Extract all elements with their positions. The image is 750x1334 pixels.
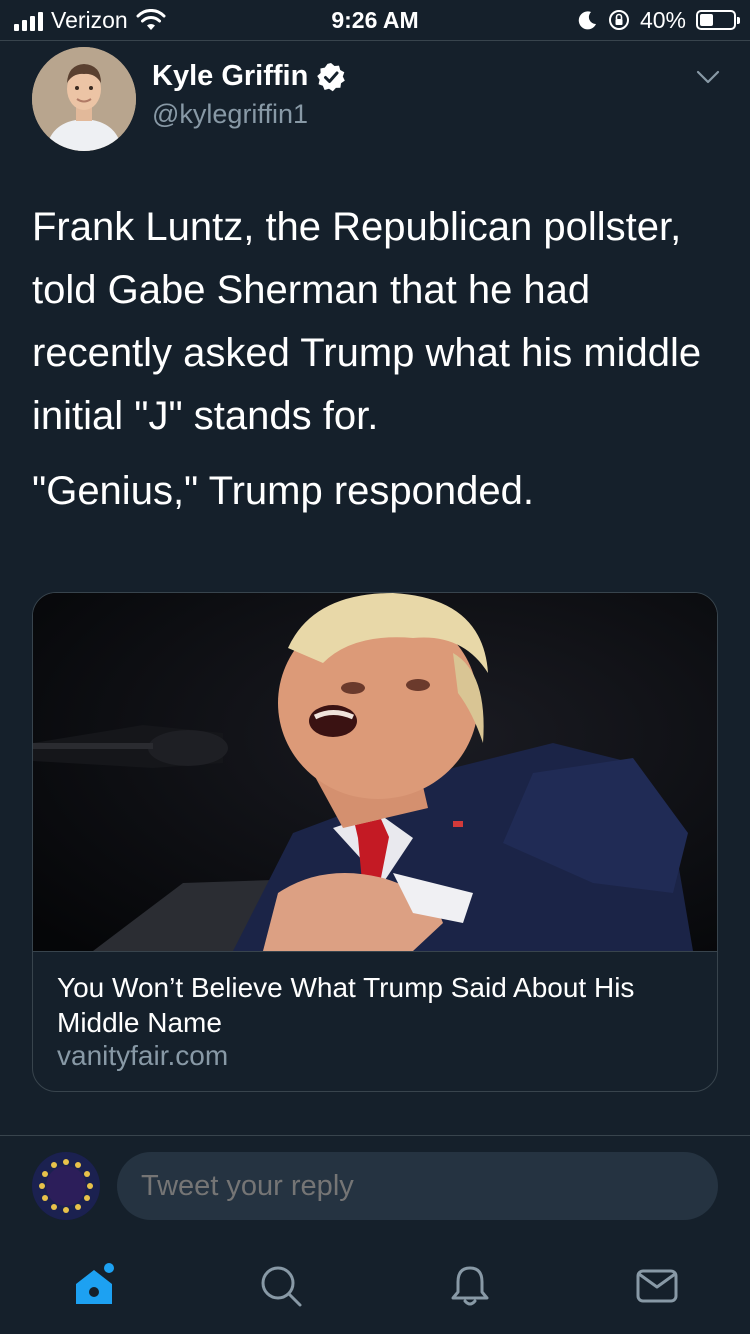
search-icon	[261, 1266, 302, 1307]
messages-icon	[636, 1269, 678, 1303]
user-avatar-image	[32, 1152, 100, 1220]
tweet-paragraph: Frank Luntz, the Republican pollster, to…	[32, 205, 702, 438]
link-card-title: You Won’t Believe What Trump Said About …	[57, 972, 635, 1038]
author-avatar-image	[32, 47, 136, 151]
verified-badge-icon	[317, 62, 346, 91]
notification-dot	[104, 1263, 114, 1273]
trump-photo	[33, 593, 717, 951]
tab-messages[interactable]	[633, 1262, 681, 1310]
tab-home[interactable]	[70, 1262, 118, 1310]
moon-icon	[578, 11, 596, 30]
link-card-image	[33, 593, 717, 951]
link-card[interactable]: You Won’t Believe What Trump Said About …	[32, 592, 718, 1092]
user-avatar[interactable]	[32, 1152, 100, 1220]
tweet-paragraph: "Genius," Trump responded.	[32, 469, 534, 513]
author-handle[interactable]: @kylegriffin1	[152, 99, 308, 130]
chevron-down-icon[interactable]	[696, 70, 720, 84]
status-bar: Verizon 9:26 AM 40%	[0, 0, 750, 40]
rotation-lock-icon	[608, 10, 629, 30]
author-avatar[interactable]	[32, 47, 136, 151]
reply-divider	[0, 1135, 750, 1136]
link-card-body: You Won’t Believe What Trump Said About …	[33, 951, 717, 1091]
header-divider	[0, 40, 750, 41]
status-right: 40%	[578, 6, 740, 34]
home-icon	[76, 1263, 114, 1304]
tab-search[interactable]	[257, 1262, 305, 1310]
author-name[interactable]: Kyle Griffin	[152, 60, 346, 93]
notifications-icon	[451, 1266, 489, 1306]
link-card-domain: vanityfair.com	[57, 1040, 229, 1071]
battery-fill	[700, 14, 713, 26]
tab-notifications[interactable]	[446, 1262, 494, 1310]
battery-percent: 40%	[639, 6, 686, 33]
tweet-text: Frank Luntz, the Republican pollster, to…	[32, 196, 722, 523]
reply-input[interactable]	[117, 1152, 718, 1220]
author-name-text: Kyle Griffin	[152, 60, 309, 92]
battery-icon	[696, 10, 740, 30]
